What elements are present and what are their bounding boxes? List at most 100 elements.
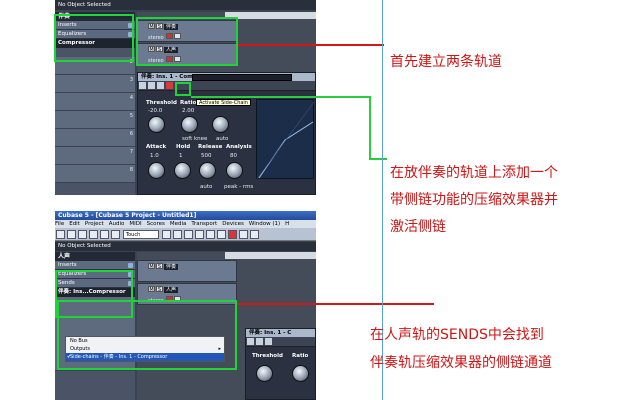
mute-button[interactable]: M bbox=[148, 263, 155, 270]
threshold-value: -20.0 bbox=[148, 108, 163, 114]
gain-reduction-display bbox=[256, 99, 315, 180]
annotation-add-compressor-line2: 带侧链功能的压缩效果器并 bbox=[390, 192, 558, 208]
lane-number: 6 bbox=[129, 131, 133, 137]
menu-help[interactable]: H bbox=[285, 221, 289, 227]
annotation-create-tracks: 首先建立两条轨道 bbox=[390, 54, 502, 70]
auto-label[interactable]: auto bbox=[216, 136, 228, 142]
timeline-ruler[interactable] bbox=[225, 12, 316, 19]
analysis-knob[interactable] bbox=[226, 162, 243, 179]
preset-field[interactable] bbox=[192, 74, 292, 81]
threshold-knob[interactable] bbox=[148, 116, 165, 133]
toolbar-button[interactable] bbox=[172, 230, 182, 239]
inserts-label: Inserts bbox=[58, 262, 77, 268]
menu-devices[interactable]: Devices bbox=[222, 221, 244, 227]
timeline-ruler[interactable] bbox=[225, 252, 316, 259]
plugin-title-bar[interactable]: 伴奏: Ins. 1 - C bbox=[246, 329, 315, 337]
menu-file[interactable]: File bbox=[55, 221, 64, 227]
read-button[interactable] bbox=[256, 338, 263, 345]
attack-value: 1.0 bbox=[150, 153, 159, 159]
bypass-button[interactable] bbox=[247, 338, 254, 345]
connector-line-green-h2 bbox=[369, 158, 387, 160]
analysis-value: 80 bbox=[230, 153, 237, 159]
plugin-toolbar bbox=[246, 337, 315, 347]
release-knob[interactable] bbox=[199, 162, 216, 179]
toolbar-button[interactable] bbox=[238, 230, 248, 239]
window-title-bar[interactable]: Cubase 5 - [Cubase 5 Project - Untitled1… bbox=[55, 211, 316, 220]
annotation-sends-line2: 伴奏轨压缩效果器的侧链通道 bbox=[370, 355, 552, 371]
toolbar-button[interactable] bbox=[56, 230, 65, 239]
menu-scores[interactable]: Scores bbox=[147, 221, 165, 227]
lane-row: 3 bbox=[55, 75, 135, 93]
track-name[interactable]: 伴奏 bbox=[164, 264, 179, 270]
automation-mode-select[interactable]: Touch bbox=[122, 230, 159, 239]
compressor-plugin-window[interactable]: 伴奏: Ins. 1 - C Threshold Ratio bbox=[245, 328, 316, 400]
power-icon[interactable] bbox=[128, 263, 133, 268]
track-row[interactable]: M S 伴奏 bbox=[137, 260, 237, 282]
menu-project[interactable]: Project bbox=[85, 221, 104, 227]
highlight-box-top-tracks bbox=[136, 17, 238, 66]
inspector-track-title[interactable]: 人声 bbox=[55, 252, 135, 261]
menu-midi[interactable]: MIDI bbox=[129, 221, 141, 227]
ratio-knob[interactable] bbox=[292, 365, 309, 382]
connector-line-green-v bbox=[369, 96, 371, 160]
inserts-section[interactable]: Inserts bbox=[55, 261, 135, 270]
footer-peak-rms-label[interactable]: peak - rms bbox=[224, 184, 253, 190]
toolbar-button[interactable] bbox=[205, 230, 215, 239]
footer-auto-label[interactable]: auto bbox=[200, 184, 212, 190]
toolbar-button[interactable] bbox=[161, 230, 171, 239]
lane-number: 4 bbox=[129, 95, 133, 101]
connector-line-top bbox=[238, 44, 384, 46]
toolbar-button[interactable] bbox=[89, 230, 98, 239]
menu-transport[interactable]: Transport bbox=[191, 221, 217, 227]
toolbar-button[interactable] bbox=[78, 230, 87, 239]
menu-audio[interactable]: Audio bbox=[109, 221, 125, 227]
write-button[interactable] bbox=[265, 338, 272, 345]
lane-number: 5 bbox=[129, 113, 133, 119]
mute-button[interactable]: M bbox=[148, 286, 155, 293]
track-name[interactable]: 人声 bbox=[164, 287, 179, 293]
toolbar-button[interactable] bbox=[111, 230, 120, 239]
record-transport-button[interactable] bbox=[227, 230, 237, 239]
lane-row: 8 bbox=[55, 165, 135, 183]
toolbar-button[interactable] bbox=[194, 230, 204, 239]
attack-knob[interactable] bbox=[148, 162, 165, 179]
hold-label: Hold bbox=[176, 144, 191, 150]
lane-row: 4 bbox=[55, 93, 135, 111]
lane-row: 5 bbox=[55, 111, 135, 129]
toolbar-button[interactable] bbox=[100, 230, 109, 239]
soft-knee-label[interactable]: soft knee bbox=[182, 136, 207, 142]
solo-button[interactable]: S bbox=[156, 263, 163, 270]
menu-edit[interactable]: Edit bbox=[69, 221, 80, 227]
read-button[interactable] bbox=[148, 82, 155, 89]
lane-row: 6 bbox=[55, 129, 135, 147]
ratio-value: 2.00 bbox=[182, 108, 195, 114]
hold-value: 1 bbox=[179, 153, 183, 159]
ratio-knob[interactable] bbox=[181, 116, 198, 133]
status-bar: No Object Selected bbox=[55, 0, 316, 10]
toolbar: Touch bbox=[55, 228, 316, 241]
write-button[interactable] bbox=[157, 82, 164, 89]
analysis-label: Analysis bbox=[226, 144, 252, 150]
threshold-knob[interactable] bbox=[256, 365, 273, 382]
sidechain-button[interactable] bbox=[166, 82, 173, 89]
lane-row: 7 bbox=[55, 147, 135, 165]
hold-knob[interactable] bbox=[174, 162, 191, 179]
release-value: 500 bbox=[201, 153, 212, 159]
toolbar-button[interactable] bbox=[216, 230, 226, 239]
highlight-box-sends bbox=[57, 300, 237, 370]
connector-line-bottom bbox=[237, 303, 434, 305]
menu-window[interactable]: Window (1) bbox=[249, 221, 280, 227]
menu-media[interactable]: Media bbox=[170, 221, 187, 227]
makeup-knob[interactable] bbox=[212, 116, 229, 133]
highlight-box-sidechain-button bbox=[175, 82, 191, 96]
solo-button[interactable]: S bbox=[156, 286, 163, 293]
highlight-box-top-inspector bbox=[54, 14, 134, 62]
toolbar-button[interactable] bbox=[183, 230, 193, 239]
compressor-plugin-window[interactable]: 伴奏: Ins. 1 - Compressor Activate Side-Ch… bbox=[137, 72, 316, 195]
bypass-button[interactable] bbox=[139, 82, 146, 89]
ratio-label: Ratio bbox=[180, 100, 197, 106]
status-bar: No Object Selected bbox=[55, 242, 316, 251]
toolbar-button[interactable] bbox=[67, 230, 76, 239]
lane-list: 2 3 4 5 6 7 8 bbox=[55, 57, 135, 195]
toolbar-button[interactable] bbox=[249, 230, 259, 239]
